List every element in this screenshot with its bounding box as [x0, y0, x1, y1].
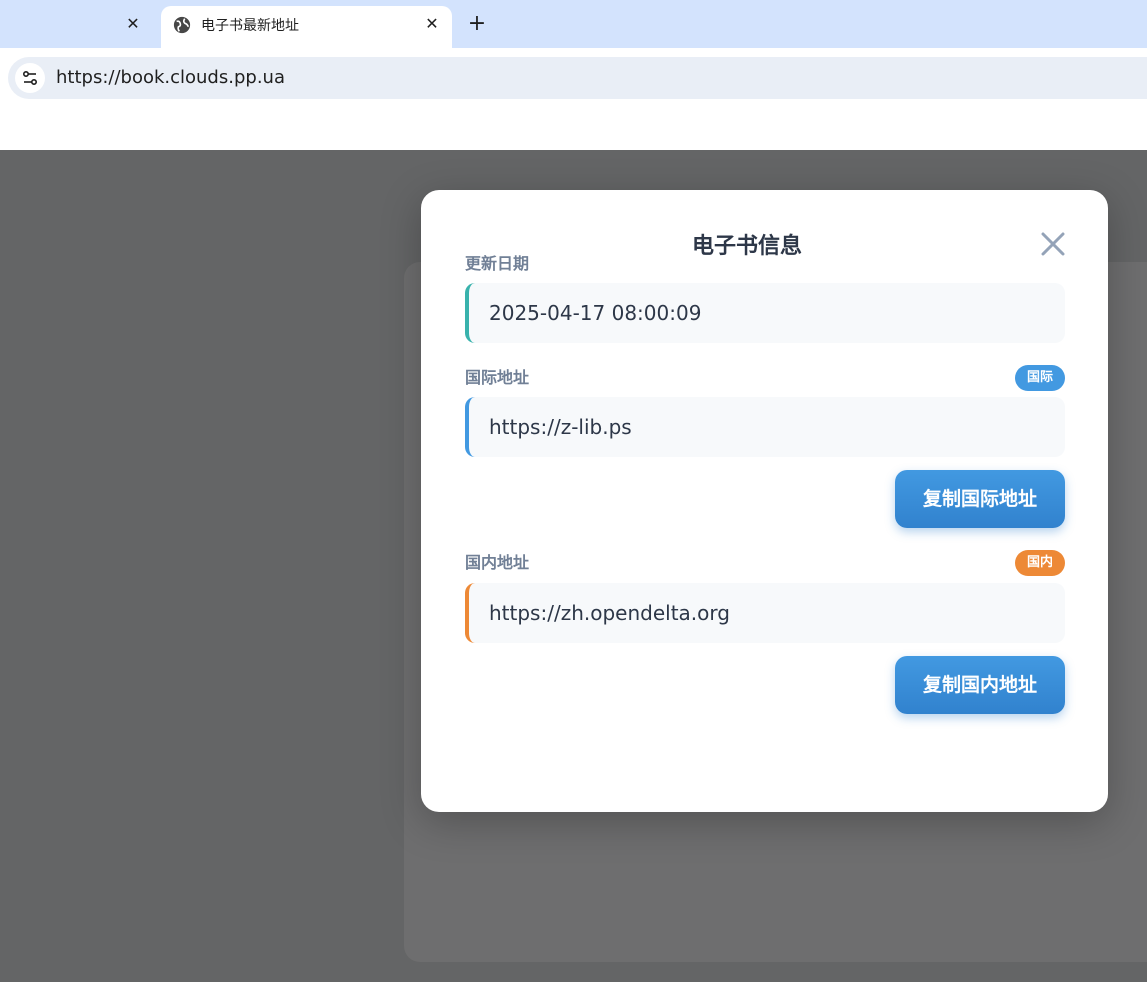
browser-tab-inactive[interactable]: ✕ — [0, 6, 160, 48]
domestic-address-value: https://zh.opendelta.org — [489, 601, 730, 625]
browser-tab-bar: ✕ 电子书最新地址 ✕ + — [0, 0, 1147, 48]
tune-icon — [23, 71, 37, 85]
international-tag: 国际 — [1015, 365, 1065, 391]
tab-close-icon[interactable]: ✕ — [422, 14, 442, 34]
international-address-label: 国际地址 — [465, 368, 530, 387]
domestic-address-label: 国内地址 — [465, 553, 530, 572]
ebook-info-modal: 电子书信息 更新日期 2025-04-17 08:00:09 国际地址 国际 h… — [421, 190, 1108, 812]
international-address-value: https://z-lib.ps — [489, 415, 632, 439]
update-date-label: 更新日期 — [465, 254, 530, 273]
page-top-area — [0, 108, 1147, 150]
address-bar[interactable]: https://book.clouds.pp.ua — [8, 57, 1147, 99]
domestic-address-field: https://zh.opendelta.org — [465, 583, 1065, 643]
tab-title: 电子书最新地址 — [201, 18, 299, 34]
browser-tab-active[interactable]: 电子书最新地址 ✕ — [161, 6, 452, 48]
copy-domestic-button[interactable]: 复制国内地址 — [895, 656, 1065, 714]
update-date-field: 2025-04-17 08:00:09 — [465, 283, 1065, 343]
update-date-value: 2025-04-17 08:00:09 — [489, 301, 702, 325]
close-icon[interactable] — [1035, 226, 1071, 262]
url-text[interactable]: https://book.clouds.pp.ua — [56, 67, 285, 89]
tab-close-icon[interactable]: ✕ — [123, 14, 143, 34]
copy-international-button[interactable]: 复制国际地址 — [895, 470, 1065, 528]
site-info-button[interactable] — [15, 63, 45, 93]
domestic-tag: 国内 — [1015, 550, 1065, 576]
international-address-field: https://z-lib.ps — [465, 397, 1065, 457]
globe-icon — [173, 16, 191, 34]
browser-toolbar: https://book.clouds.pp.ua — [0, 48, 1147, 108]
new-tab-plus-icon[interactable]: + — [466, 13, 488, 35]
